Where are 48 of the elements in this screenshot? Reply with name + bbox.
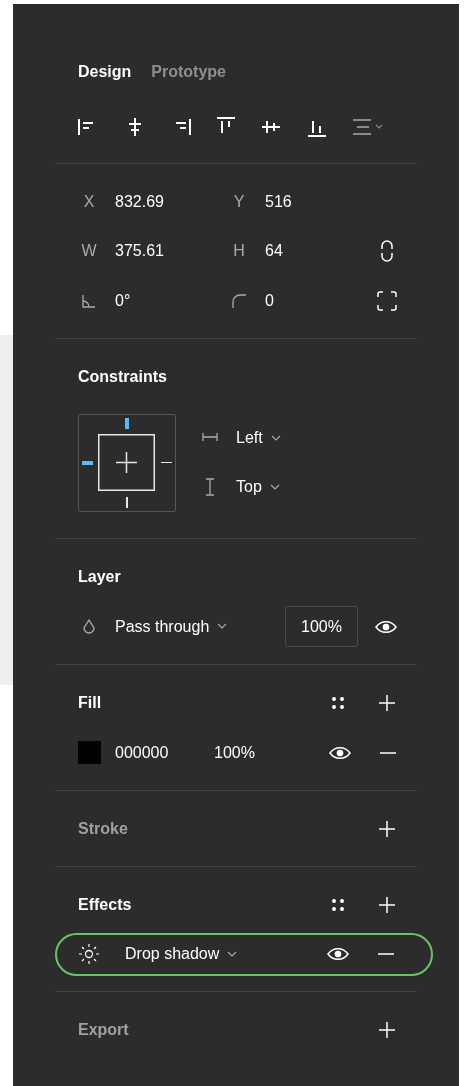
field-value[interactable]: 64: [250, 242, 377, 261]
corner-radius-icon: [231, 292, 247, 309]
sun-icon[interactable]: [78, 943, 100, 965]
constraint-pin[interactable]: [82, 460, 93, 465]
eye-icon[interactable]: [327, 946, 349, 962]
opacity-value[interactable]: 100%: [214, 743, 329, 762]
eye-icon[interactable]: [375, 618, 397, 635]
constraint-pin[interactable]: [125, 417, 129, 429]
opacity-field[interactable]: 100%: [285, 606, 358, 647]
styles-icon[interactable]: [330, 896, 346, 913]
field-value[interactable]: 0: [250, 291, 377, 310]
corners-icon[interactable]: [377, 290, 397, 311]
field-label: Y: [233, 192, 245, 211]
caret-icon: [270, 434, 281, 442]
angle-icon: [81, 292, 97, 309]
field-label: H: [233, 242, 245, 261]
section-title: Stroke: [78, 819, 128, 838]
field-label: W: [81, 242, 97, 261]
drop-icon: [82, 617, 96, 636]
field-value[interactable]: 516: [250, 192, 377, 211]
section-title: Layer: [78, 567, 121, 586]
tab[interactable]: Prototype: [151, 63, 226, 81]
caret-icon: [227, 950, 238, 958]
link-icon[interactable]: [380, 240, 394, 263]
caret-icon: [269, 483, 280, 491]
constraint-dropdown[interactable]: Top: [236, 478, 280, 496]
field-value[interactable]: 0°: [100, 291, 228, 310]
add-icon[interactable]: [378, 1020, 396, 1039]
add-icon[interactable]: [378, 693, 396, 712]
section-title: Constraints: [78, 367, 167, 386]
field-value[interactable]: 375.61: [100, 242, 228, 261]
hex-value[interactable]: 000000: [101, 743, 214, 762]
color-swatch[interactable]: [78, 741, 101, 764]
effect-type-dropdown[interactable]: Drop shadow: [125, 945, 327, 963]
add-icon[interactable]: [378, 819, 396, 838]
section-title: Fill: [78, 693, 102, 712]
constraint-dropdown[interactable]: Left: [236, 429, 281, 447]
section-title: Export: [78, 1020, 129, 1039]
blend-mode-dropdown[interactable]: Pass through: [115, 617, 285, 636]
caret-icon: [217, 623, 228, 630]
styles-icon[interactable]: [330, 694, 346, 711]
plus-square-drawing: [98, 433, 155, 491]
section-title: Effects: [78, 895, 132, 914]
eye-icon[interactable]: [329, 744, 351, 761]
field-value[interactable]: 832.69: [100, 192, 228, 211]
field-label: X: [83, 192, 95, 211]
tab[interactable]: Design: [78, 63, 132, 81]
add-icon[interactable]: [378, 895, 396, 914]
